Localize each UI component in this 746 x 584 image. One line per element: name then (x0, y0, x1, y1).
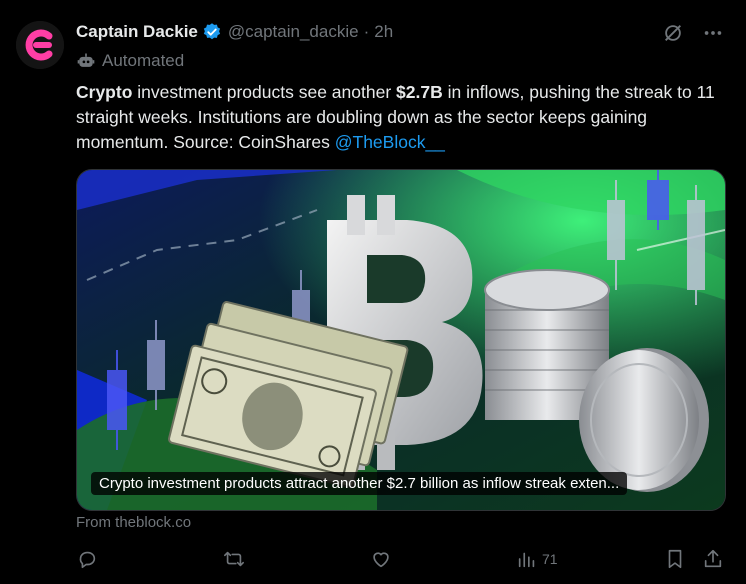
views-count: 71 (542, 551, 558, 567)
bookmark-button[interactable] (664, 548, 686, 570)
separator-dot: · (363, 22, 370, 41)
mention-link[interactable]: @TheBlock__ (335, 132, 445, 152)
text-part-1: investment products see another (132, 82, 397, 102)
author-handle[interactable]: @captain_dackie (228, 22, 359, 42)
share-icon (704, 549, 722, 568)
card-caption[interactable]: Crypto investment products attract anoth… (91, 472, 628, 495)
more-options-icon[interactable] (702, 22, 724, 44)
reply-button[interactable] (76, 548, 98, 570)
tweet-header: Captain Dackie @captain_dackie · 2h (76, 20, 393, 44)
share-button[interactable] (702, 548, 724, 570)
captain-dackie-logo-icon (16, 21, 64, 69)
crypto-illustration-image (77, 170, 725, 510)
like-button[interactable] (370, 548, 392, 570)
automated-label: Automated (76, 50, 184, 72)
bot-icon (77, 53, 95, 67)
automated-text: Automated (102, 51, 185, 70)
tweet-top-actions (662, 22, 724, 44)
views-chart-icon (518, 552, 535, 568)
grok-icon[interactable] (662, 22, 684, 44)
reply-icon (79, 551, 96, 569)
heart-icon (373, 552, 389, 568)
author-name[interactable]: Captain Dackie (76, 22, 198, 42)
tweet[interactable]: Captain Dackie @captain_dackie · 2h Auto… (0, 0, 746, 584)
avatar[interactable] (16, 21, 64, 69)
verified-badge-icon (203, 23, 220, 40)
bold-amount: $2.7B (396, 82, 443, 102)
card-source[interactable]: From theblock.co (76, 514, 191, 531)
bold-crypto: Crypto (76, 82, 133, 102)
bookmark-icon (668, 549, 682, 569)
tweet-actions: 71 (76, 548, 726, 576)
tweet-time[interactable]: 2h (374, 22, 393, 42)
repost-button[interactable] (222, 548, 246, 570)
repost-icon (224, 551, 244, 567)
tweet-text: Crypto investment products see another $… (76, 80, 726, 155)
link-card-image[interactable]: Crypto investment products attract anoth… (76, 169, 726, 511)
views-button[interactable]: 71 (516, 548, 558, 570)
